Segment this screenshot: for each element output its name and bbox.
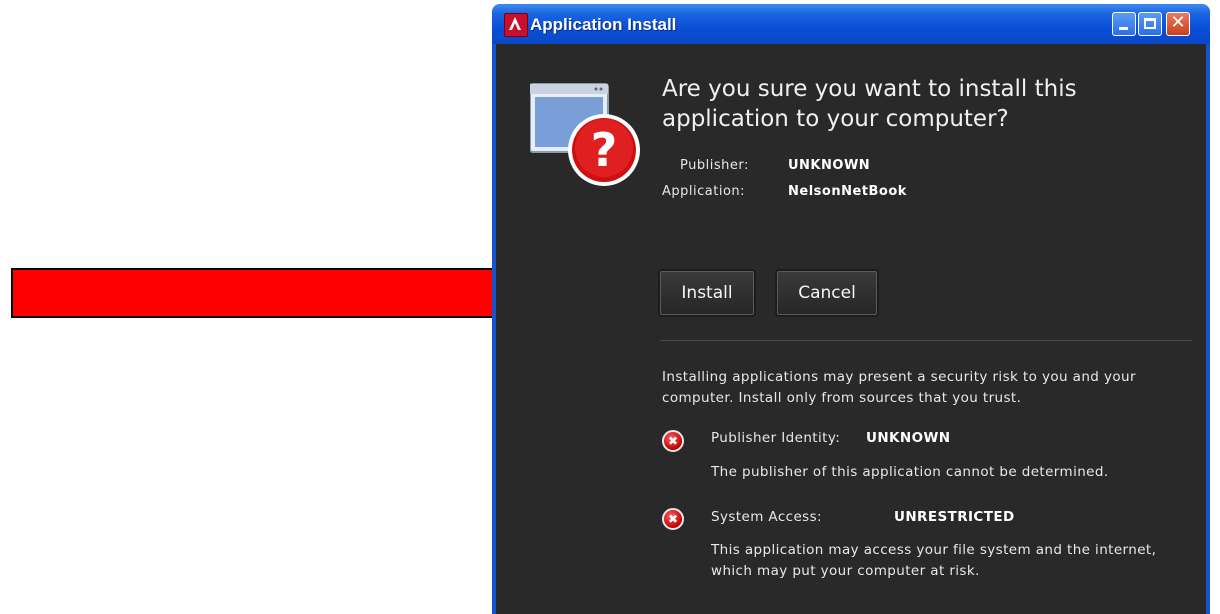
divider (660, 340, 1192, 341)
publisher-identity-value: UNKNOWN (866, 430, 951, 446)
application-label: Application: (662, 184, 746, 199)
install-question: Are you sure you want to install this ap… (662, 76, 1077, 132)
minimize-icon (1119, 27, 1128, 30)
cancel-button[interactable]: Cancel (777, 271, 877, 315)
install-button[interactable]: Install (660, 271, 754, 315)
maximize-icon (1144, 18, 1156, 29)
error-icon: ✖ (662, 430, 684, 452)
dialog-body: ? Are you sure you want to install this … (496, 44, 1206, 614)
system-access-label: System Access: (711, 509, 822, 525)
close-icon: ✕ (1170, 12, 1186, 33)
application-install-window: Application Install ✕ ? Are you sure you… (492, 4, 1210, 614)
adobe-air-icon (504, 13, 528, 37)
system-access-description: This application may access your file sy… (711, 542, 1157, 579)
system-access-value: UNRESTRICTED (894, 509, 1015, 525)
minimize-button[interactable] (1112, 12, 1136, 36)
question-icon: ? (530, 83, 640, 186)
title-bar[interactable]: Application Install ✕ (492, 4, 1210, 44)
publisher-value: UNKNOWN (788, 158, 871, 173)
publisher-identity-description: The publisher of this application cannot… (711, 464, 1109, 480)
publisher-label: Publisher: (680, 158, 749, 173)
error-icon: ✖ (662, 508, 684, 530)
svg-text:?: ? (591, 123, 618, 177)
close-button[interactable]: ✕ (1166, 12, 1190, 36)
publisher-identity-label: Publisher Identity: (711, 430, 841, 446)
window-title: Application Install (530, 15, 677, 34)
security-warning-text: Installing applications may present a se… (662, 369, 1136, 406)
application-value: NelsonNetBook (788, 184, 907, 199)
maximize-button[interactable] (1138, 12, 1162, 36)
